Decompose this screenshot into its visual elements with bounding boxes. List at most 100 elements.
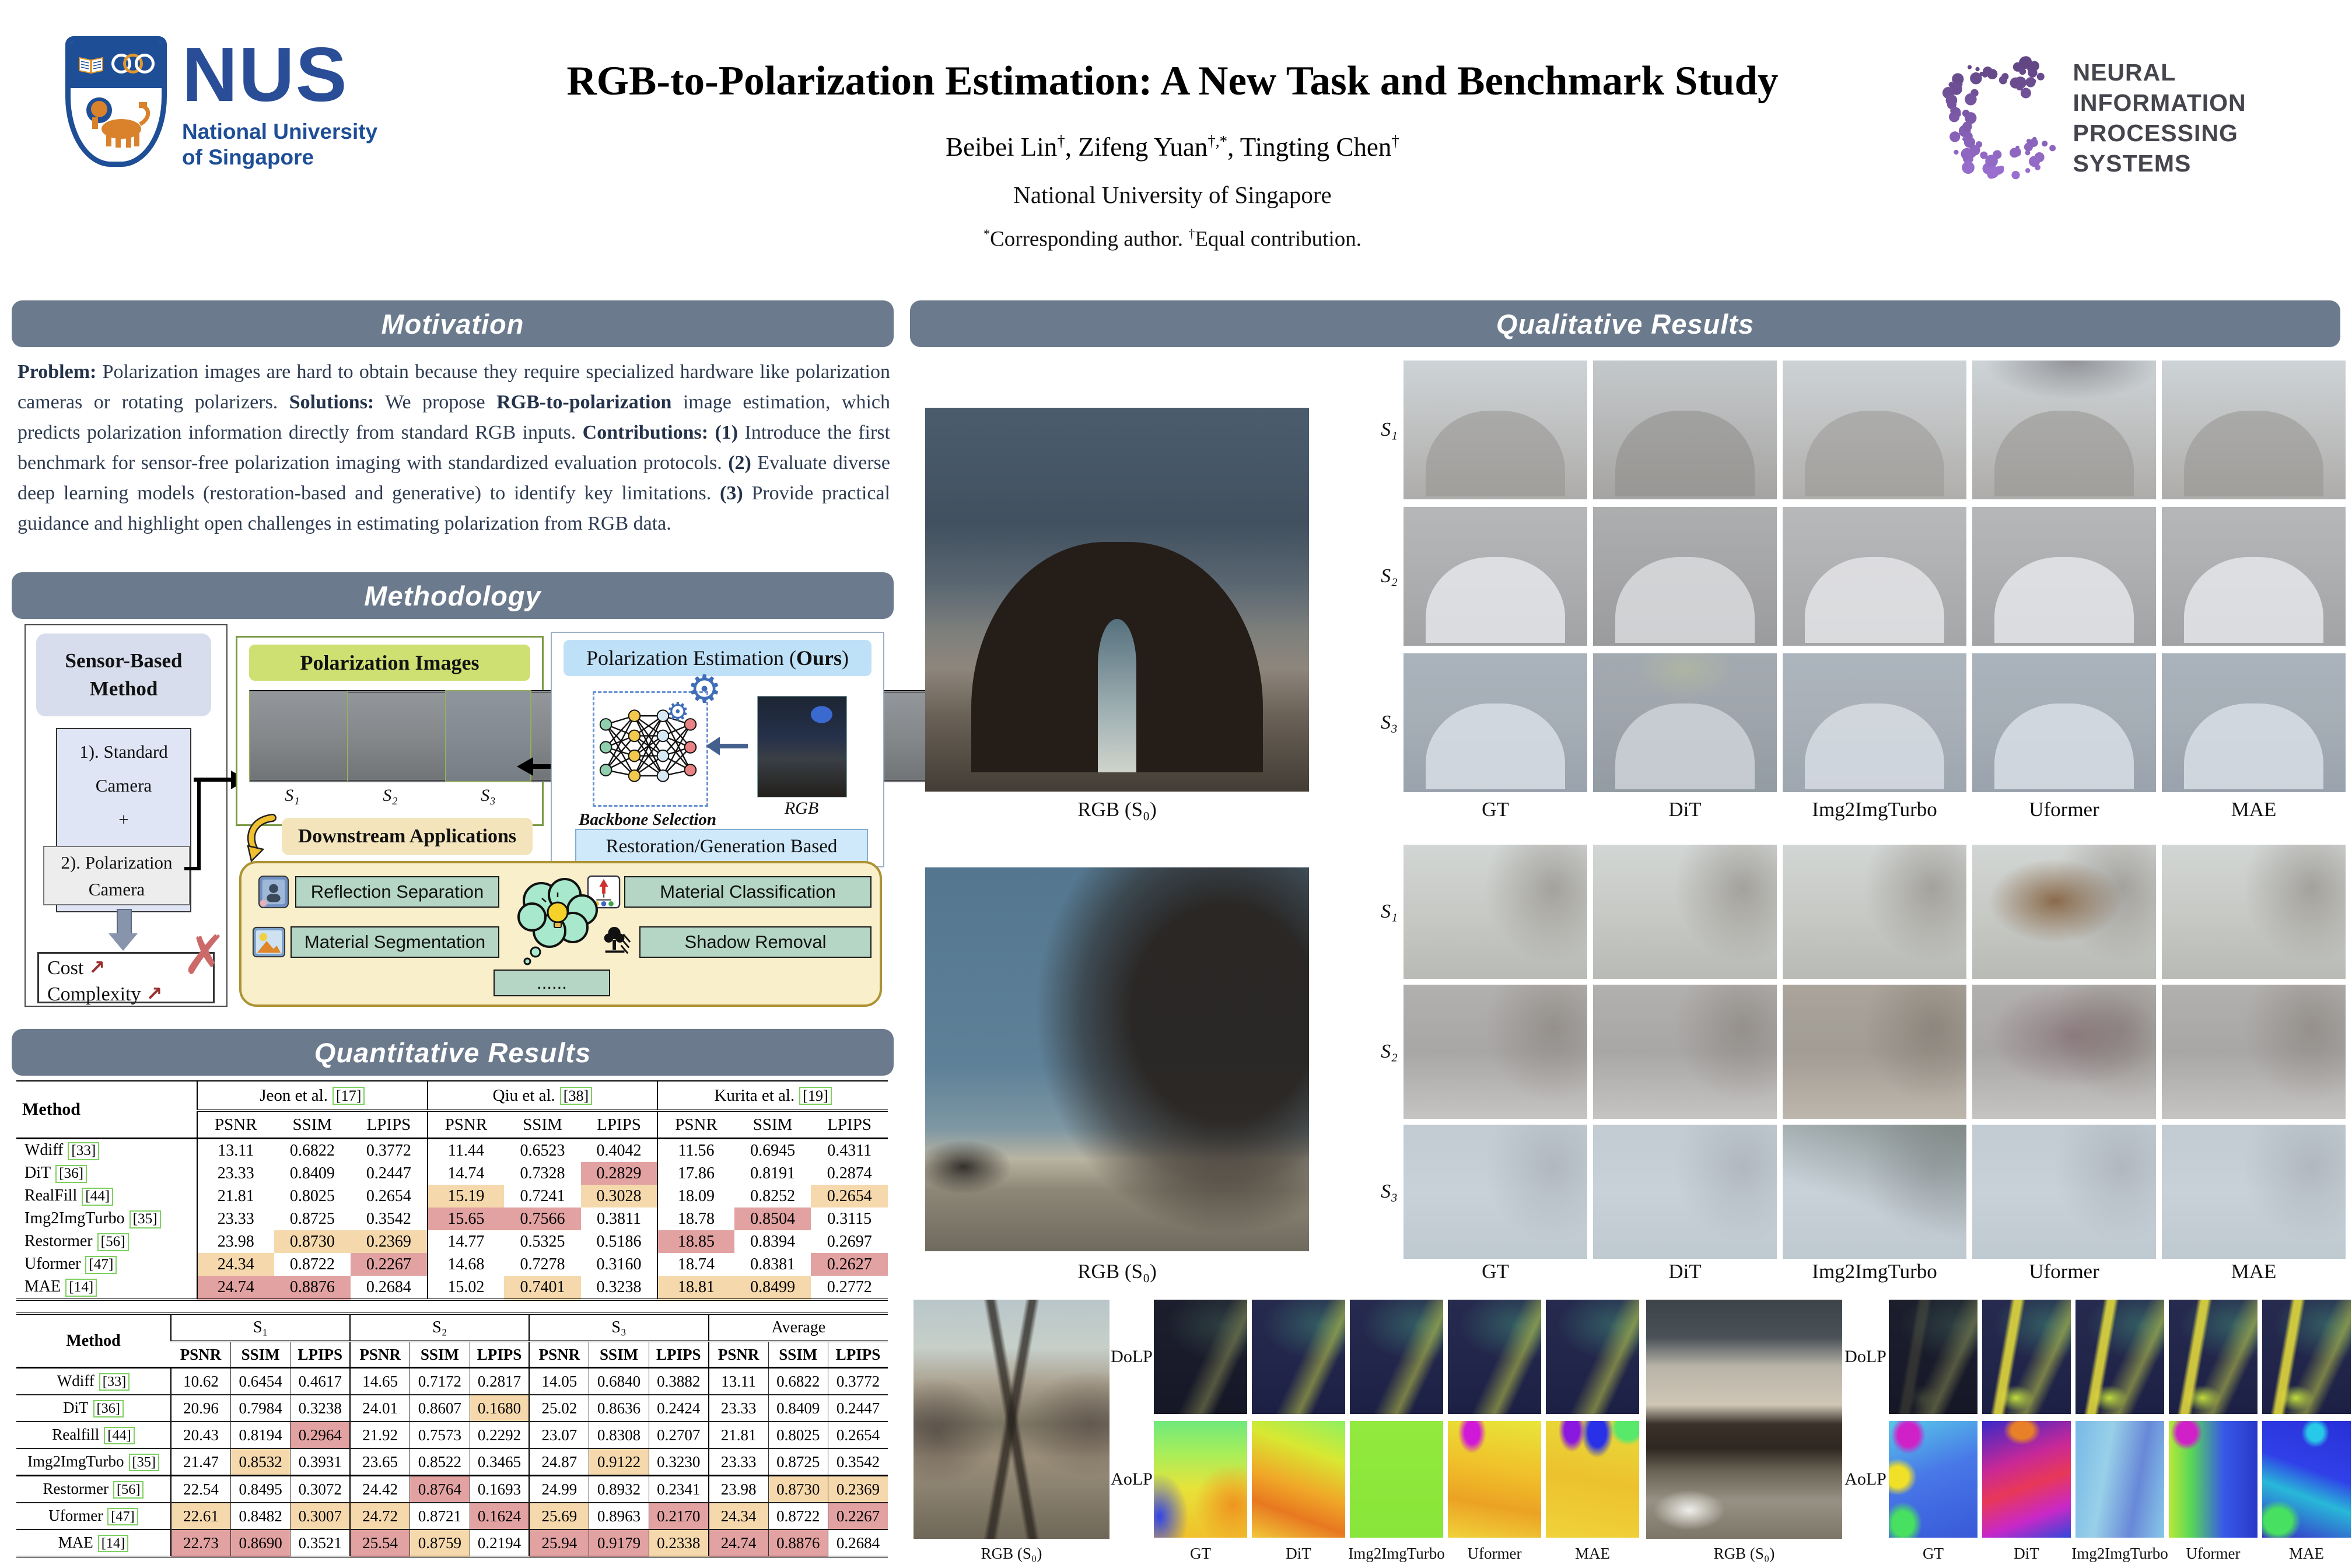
metric-cell: 0.1624 xyxy=(470,1503,529,1530)
metric-cell: 0.8759 xyxy=(410,1530,470,1557)
citation-box: [33] xyxy=(99,1373,130,1391)
table-group-header: Qiu et al.[38] xyxy=(428,1081,658,1111)
neurips-dot xyxy=(1954,150,1958,155)
metric-cell: 14.65 xyxy=(350,1368,410,1395)
column-label: GT xyxy=(1482,1260,1509,1283)
metric-cell: 0.3542 xyxy=(828,1448,888,1476)
gear-icon: ⚙ xyxy=(687,667,722,712)
metric-header: LPIPS xyxy=(581,1111,658,1139)
neurips-dot xyxy=(2019,68,2026,75)
metric-cell: 0.8495 xyxy=(230,1476,290,1503)
qualitative-cell xyxy=(1783,360,1966,499)
qualitative-cell xyxy=(2162,653,2346,792)
metric-header: LPIPS xyxy=(649,1342,708,1368)
citation-box: [56] xyxy=(113,1481,144,1499)
column-label: Img2ImgTurbo xyxy=(2071,1545,2168,1563)
neurips-dot xyxy=(2012,148,2021,157)
poster-root: NUS National University of Singapore RGB… xyxy=(0,0,2352,1568)
qualitative-cell xyxy=(1783,1125,1966,1259)
metric-cell: 23.33 xyxy=(197,1162,274,1185)
qualitative-cell xyxy=(1593,1125,1777,1259)
metric-header: LPIPS xyxy=(811,1111,888,1139)
qualitative-cell xyxy=(1448,1421,1541,1538)
downstream-applications-box: Reflection Separation Material Classific… xyxy=(239,861,882,1007)
curved-yellow-arrow-icon xyxy=(241,813,277,867)
metric-cell: 18.78 xyxy=(657,1208,734,1230)
metric-cell: 0.2654 xyxy=(351,1185,428,1208)
metric-cell: 0.6523 xyxy=(504,1139,581,1163)
metric-cell: 23.07 xyxy=(529,1422,589,1448)
metric-cell: 0.2829 xyxy=(581,1162,658,1185)
metric-cell: 0.2194 xyxy=(470,1530,529,1557)
citation-box: [17] xyxy=(332,1087,365,1105)
qualitative-cell xyxy=(2262,1300,2351,1414)
qualitative-cell xyxy=(1593,845,1777,979)
metric-cell: 0.8499 xyxy=(734,1276,811,1300)
table-row: DiT[36]20.960.79840.323824.010.86070.168… xyxy=(16,1395,888,1422)
method-name: Wdiff[33] xyxy=(16,1139,197,1163)
group-header-row: MethodJeon et al.[17]Qiu et al.[38]Kurit… xyxy=(16,1081,888,1111)
metric-cell: 0.3882 xyxy=(649,1368,708,1395)
citation-box: [14] xyxy=(98,1535,128,1552)
metric-cell: 0.6822 xyxy=(274,1139,351,1163)
dolp-label: DoLP xyxy=(1845,1347,1887,1367)
metric-cell: 0.2874 xyxy=(811,1162,888,1185)
metric-cell: 15.19 xyxy=(428,1185,505,1208)
qualitative-cell xyxy=(1972,360,2156,499)
qualitative-cell xyxy=(2162,1125,2346,1259)
metric-cell: 0.3772 xyxy=(828,1368,888,1395)
table-row: Restormer[56]22.540.84950.307224.420.876… xyxy=(16,1476,888,1503)
polarization-images-title: Polarization Images xyxy=(249,645,530,681)
metric-header: LPIPS xyxy=(351,1111,428,1139)
neurips-dot xyxy=(2029,61,2039,71)
qualitative-cell xyxy=(1982,1421,2071,1538)
neurips-dot xyxy=(2042,141,2048,146)
table-row: Img2ImgTurbo[35]21.470.85320.393123.650.… xyxy=(16,1448,888,1476)
metric-cell: 0.1693 xyxy=(470,1476,529,1503)
metric-cell: 0.8191 xyxy=(734,1162,811,1185)
metric-cell: 14.74 xyxy=(428,1162,505,1185)
metric-cell: 24.01 xyxy=(350,1395,410,1422)
stokes-row-label: S₂ xyxy=(1381,1041,1398,1063)
metric-cell: 0.2684 xyxy=(351,1276,428,1300)
table-group-header: S₁ xyxy=(171,1314,350,1342)
stokes-row-label: S₁ xyxy=(1381,901,1398,923)
method-column-header: Method xyxy=(16,1081,197,1139)
results-table: MethodJeon et al.[17]Qiu et al.[38]Kurit… xyxy=(16,1080,888,1301)
metric-cell: 13.11 xyxy=(709,1368,768,1395)
neurips-dot xyxy=(1975,67,1979,71)
metric-cell: 0.7984 xyxy=(230,1395,290,1422)
qualitative-cell xyxy=(2076,1300,2164,1414)
neurips-logo: NEURAL INFORMATION PROCESSING SYSTEMS xyxy=(1938,30,2346,205)
metric-cell: 0.8932 xyxy=(589,1476,649,1503)
metric-cell: 0.7573 xyxy=(410,1422,470,1448)
metric-cell: 0.8025 xyxy=(274,1185,351,1208)
metric-cell: 23.33 xyxy=(197,1208,274,1230)
metric-header: PSNR xyxy=(197,1111,274,1139)
citation-box: [44] xyxy=(82,1188,113,1205)
metric-cell: 0.6945 xyxy=(734,1139,811,1163)
metric-cell: 0.2697 xyxy=(811,1230,888,1253)
metric-cell: 0.7566 xyxy=(504,1208,581,1230)
column-label: DiT xyxy=(1668,798,1701,821)
qualitative-cell xyxy=(1546,1300,1639,1414)
metric-cell: 17.86 xyxy=(657,1162,734,1185)
method-name: DiT[36] xyxy=(16,1395,171,1422)
metric-cell: 0.8722 xyxy=(274,1253,351,1276)
metric-cell: 0.2654 xyxy=(828,1422,888,1448)
qualitative-cell xyxy=(1972,507,2156,646)
qualitative-cell xyxy=(1448,1300,1541,1414)
qualitative-cell xyxy=(1593,360,1777,499)
qualitative-cell xyxy=(1593,653,1777,792)
citation-box: [33] xyxy=(68,1142,99,1160)
left-arrow-icon xyxy=(517,757,533,776)
citation-box: [35] xyxy=(129,1454,159,1471)
material-segmentation-icon xyxy=(252,925,286,959)
qualitative-cell xyxy=(2076,1421,2164,1538)
citation-box: [35] xyxy=(130,1210,161,1228)
metric-cell: 0.3811 xyxy=(581,1208,658,1230)
section-header-qualitative: Qualitative Results xyxy=(910,300,2340,347)
qualitative-cell xyxy=(1252,1300,1345,1414)
neurips-dot xyxy=(1982,72,1988,78)
metric-cell: 0.8025 xyxy=(768,1422,828,1448)
